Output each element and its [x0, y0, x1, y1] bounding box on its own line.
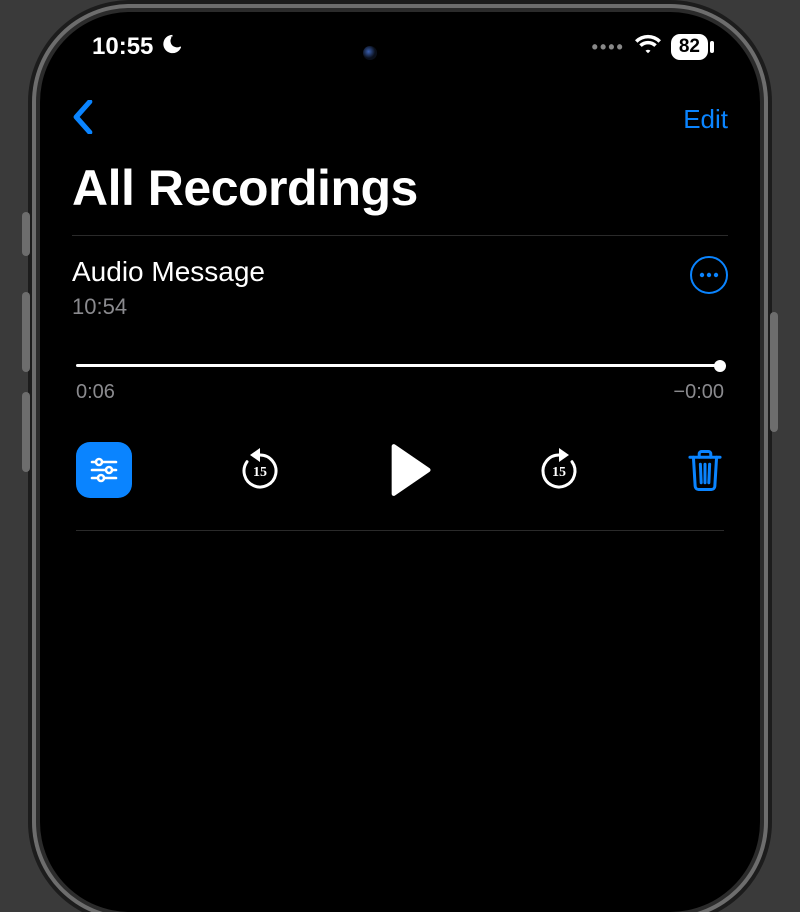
- phone-frame: 10:55 •••• 82 Edit All Recordings: [40, 12, 760, 912]
- skip-forward-button[interactable]: 15: [535, 446, 583, 494]
- page-title: All Recordings: [72, 159, 728, 217]
- recording-item[interactable]: Audio Message 10:54 0:06 −0:00: [68, 236, 732, 531]
- skip-forward-label: 15: [552, 465, 566, 480]
- scrubber-knob[interactable]: [714, 360, 726, 372]
- edit-button[interactable]: Edit: [683, 104, 728, 135]
- volume-down: [22, 392, 30, 472]
- playback-settings-button[interactable]: [76, 442, 132, 498]
- wifi-icon: [635, 33, 661, 61]
- scrubber[interactable]: [76, 364, 724, 367]
- scrubber-track: [76, 364, 724, 367]
- battery-indicator: 82: [671, 34, 708, 60]
- volume-up: [22, 292, 30, 372]
- elapsed-time: 0:06: [76, 381, 115, 404]
- remaining-time: −0:00: [673, 381, 724, 404]
- do-not-disturb-icon: [161, 33, 183, 62]
- back-button[interactable]: [72, 100, 94, 139]
- battery-level: 82: [679, 36, 700, 58]
- more-options-button[interactable]: [690, 256, 728, 294]
- delete-button[interactable]: [686, 448, 724, 492]
- recording-timestamp: 10:54: [72, 294, 265, 320]
- skip-back-button[interactable]: 15: [236, 446, 284, 494]
- cellular-dots-icon: ••••: [592, 37, 625, 58]
- playback-controls: 15 15: [76, 442, 724, 498]
- recording-title: Audio Message: [72, 256, 265, 288]
- screen-content: 10:55 •••• 82 Edit All Recordings: [40, 12, 760, 912]
- power-button: [770, 312, 778, 432]
- status-bar: 10:55 •••• 82: [68, 12, 732, 82]
- nav-bar: Edit: [68, 100, 732, 139]
- clock: 10:55: [92, 33, 153, 61]
- divider: [76, 530, 724, 531]
- mute-switch: [22, 212, 30, 256]
- play-button[interactable]: [387, 444, 431, 496]
- skip-back-label: 15: [253, 465, 267, 480]
